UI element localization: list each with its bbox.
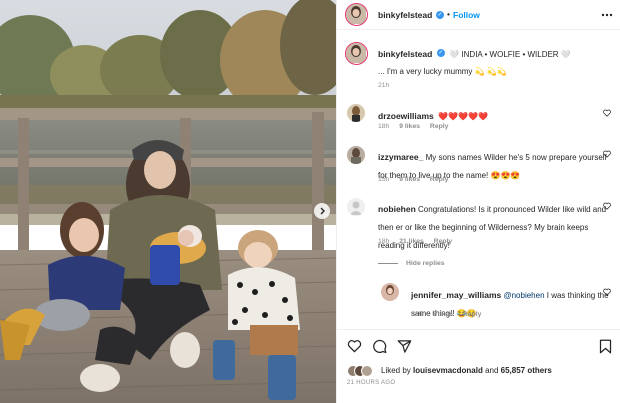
hide-replies-label: Hide replies — [406, 260, 445, 267]
caption-line-1: 🤍 INDIA • WOLFIE • WILDER 🤍 — [449, 50, 571, 59]
author-avatar[interactable] — [345, 3, 368, 26]
author-username[interactable]: binkyfelstead — [378, 10, 432, 20]
comment-like-heart-icon[interactable] — [603, 150, 611, 158]
reply-reply-button[interactable]: Reply — [463, 311, 482, 318]
reply-likes[interactable]: 5 likes — [432, 311, 453, 318]
header-separator: • — [447, 9, 450, 19]
reply-like-heart-icon[interactable] — [603, 288, 611, 296]
comment-avatar-placeholder[interactable] — [347, 198, 365, 216]
more-options-icon[interactable] — [601, 13, 613, 17]
comment-username[interactable]: izzymaree_ — [378, 152, 423, 162]
caption-line-2: ... I'm a very lucky mummy 💫 💫💫 — [378, 67, 507, 76]
comment-likes[interactable]: 9 likes — [399, 176, 420, 183]
comment-like-heart-icon[interactable] — [603, 202, 611, 210]
caption-header: binkyfelstead ✓ 🤍 INDIA • WOLFIE • WILDE… — [378, 44, 571, 62]
comment-time: 15h — [378, 176, 390, 183]
comment-bubble-icon[interactable] — [372, 339, 387, 354]
comment-likes[interactable]: 21 likes — [399, 238, 424, 245]
comment-username[interactable]: nobiehen — [378, 204, 416, 214]
comment-meta: 15h 9 likes Reply — [378, 176, 456, 183]
hide-replies-line — [378, 262, 398, 264]
comment-likes[interactable]: 9 likes — [399, 123, 420, 130]
comment-reply-button[interactable]: Reply — [430, 123, 449, 130]
caption-username[interactable]: binkyfelstead — [378, 49, 432, 59]
hide-replies-button[interactable]: Hide replies — [378, 260, 445, 267]
comment-text: ❤️❤️❤️❤️❤️ — [438, 112, 489, 121]
follow-button[interactable]: Follow — [453, 10, 480, 20]
post-details-panel: binkyfelstead ✓ • Follow binkyfelstead ✓… — [336, 0, 620, 403]
liker-avatar[interactable] — [361, 365, 373, 377]
liked-by-and: and — [485, 366, 499, 375]
comment-time: 18h — [378, 123, 390, 130]
verified-badge-icon: ✓ — [436, 11, 444, 19]
reply-username[interactable]: jennifer_may_williams — [411, 290, 501, 300]
comment-avatar[interactable] — [347, 146, 365, 164]
liked-by-prefix: Liked by — [381, 366, 411, 375]
chevron-right-icon — [320, 207, 325, 215]
verified-badge-icon: ✓ — [436, 48, 445, 57]
reply-mention[interactable]: @nobiehen — [503, 291, 544, 300]
reply-meta: 13h 5 likes Reply — [411, 311, 489, 318]
comment-time: 18h — [378, 238, 390, 245]
comment-reply-button[interactable]: Reply — [434, 238, 453, 245]
post-header: binkyfelstead ✓ • Follow — [337, 0, 620, 30]
comment-reply-button[interactable]: Reply — [430, 176, 449, 183]
liked-by-user[interactable]: louisevmacdonald — [413, 366, 483, 375]
share-paper-plane-icon[interactable] — [397, 339, 412, 354]
liked-by-summary: Liked by louisevmacdonald and 65,857 oth… — [381, 366, 552, 375]
post-photo[interactable] — [0, 0, 336, 403]
divider — [337, 329, 620, 330]
caption-avatar[interactable] — [345, 42, 368, 65]
post-timestamp: 21 HOURS AGO — [347, 380, 396, 386]
carousel-next-button[interactable] — [314, 203, 330, 219]
caption-time: 21h — [378, 82, 390, 89]
comment-item: drzoewilliams ❤️❤️❤️❤️❤️ — [378, 106, 488, 124]
family-photo-image — [0, 0, 336, 403]
save-bookmark-icon[interactable] — [599, 339, 612, 354]
comment-like-heart-icon[interactable] — [603, 109, 611, 117]
like-heart-icon[interactable] — [347, 339, 362, 353]
reply-time: 13h — [411, 311, 423, 318]
comment-avatar[interactable] — [347, 104, 365, 122]
comment-username[interactable]: drzoewilliams — [378, 111, 434, 121]
comment-meta: 18h 21 likes Reply — [378, 238, 460, 245]
comment-meta: 18h 9 likes Reply — [378, 123, 456, 130]
liked-by-count[interactable]: 65,857 others — [501, 366, 552, 375]
reply-avatar[interactable] — [381, 283, 399, 301]
